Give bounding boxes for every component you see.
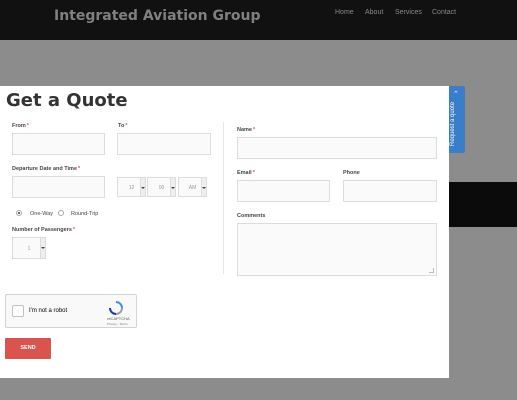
nav-home[interactable]: Home <box>335 9 354 16</box>
from-label: From* <box>12 123 29 129</box>
nav-about[interactable]: About <box>365 9 383 16</box>
request-quote-tab[interactable]: ⌃ Request a quote <box>449 86 465 153</box>
round-trip-radio[interactable] <box>58 210 64 216</box>
recaptcha-widget: I'm not a robot reCAPTCHA Privacy - Term… <box>5 294 137 328</box>
email-label: Email* <box>237 170 255 176</box>
one-way-label: One-Way <box>30 211 54 217</box>
name-label: Name* <box>237 127 256 133</box>
hour-select[interactable]: 12 <box>117 177 146 197</box>
comments-label: Comments <box>237 213 266 219</box>
recaptcha-logo-icon <box>109 301 123 315</box>
minute-select[interactable]: 00 <box>147 177 176 197</box>
recaptcha-links[interactable]: Privacy - Terms <box>107 322 128 326</box>
phone-label: Phone <box>343 170 360 176</box>
passengers-label: Number of Passengers* <box>12 227 76 233</box>
chevron-down-icon <box>170 178 175 196</box>
chevron-down-icon <box>140 178 145 196</box>
request-quote-tab-label: Request a quote <box>450 101 456 146</box>
to-label: To* <box>118 123 128 129</box>
comments-textarea[interactable] <box>237 223 437 276</box>
ampm-select[interactable]: AM <box>178 177 207 197</box>
nav-contact[interactable]: Contact <box>432 9 456 16</box>
to-input[interactable] <box>117 133 211 155</box>
one-way-radio[interactable] <box>16 210 22 216</box>
passengers-select[interactable]: 1 <box>12 237 46 259</box>
modal-title: Get a Quote <box>6 90 128 111</box>
departure-label: Departure Date and Time* <box>12 166 81 172</box>
send-button[interactable]: SEND <box>5 338 51 359</box>
column-divider <box>223 122 224 274</box>
chevron-up-icon: ⌃ <box>453 91 459 98</box>
recaptcha-checkbox[interactable] <box>12 305 24 317</box>
nav-services[interactable]: Services <box>395 9 422 16</box>
name-input[interactable] <box>237 137 437 159</box>
recaptcha-label: I'm not a robot <box>29 308 68 314</box>
chevron-down-icon <box>201 178 206 196</box>
recaptcha-brand: reCAPTCHA <box>107 316 130 321</box>
from-input[interactable] <box>12 133 105 155</box>
resize-handle-icon[interactable] <box>429 268 434 273</box>
email-input[interactable] <box>237 180 330 202</box>
site-brand[interactable]: Integrated Aviation Group <box>54 8 260 24</box>
top-nav-bar: Integrated Aviation Group Home About Ser… <box>0 0 517 40</box>
chevron-down-icon <box>40 238 45 258</box>
round-trip-label: Round-Trip <box>71 211 99 217</box>
phone-input[interactable] <box>343 180 437 202</box>
background-section <box>449 182 517 227</box>
quote-modal: Get a Quote From* To* Departure Date and… <box>0 86 449 378</box>
departure-date-input[interactable] <box>12 176 105 198</box>
